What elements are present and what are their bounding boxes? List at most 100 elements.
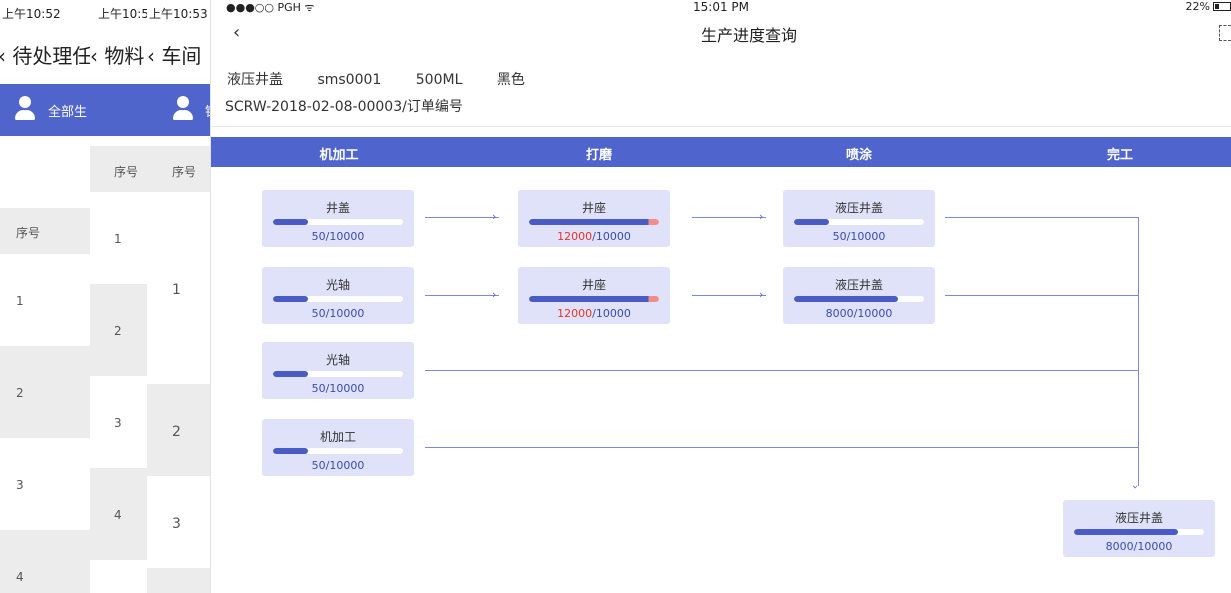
node-name: 液压井盖 [1114, 511, 1163, 525]
progress-track [273, 371, 403, 377]
row-index: 1 [114, 232, 122, 246]
table-row[interactable]: 1 [90, 192, 147, 284]
node-count: 8000/10000 [1105, 540, 1173, 553]
row-index: 2 [114, 324, 122, 338]
row-index: 3 [172, 516, 181, 532]
progress-track [529, 296, 659, 302]
table-row[interactable]: 2 [147, 384, 210, 476]
product-volume: 500ML [415, 72, 463, 88]
panel-title[interactable]: ‹ 物料 [90, 40, 144, 69]
progress-fill [794, 219, 830, 225]
progress-fill [529, 219, 659, 225]
node-count: 50/10000 [311, 382, 365, 395]
flow-connector [425, 295, 499, 296]
status-time: 上午10:5 [98, 7, 147, 21]
filter-label: 全部生 [48, 105, 88, 120]
stage-grinding: 打磨 [585, 148, 613, 163]
arrow-down-icon: › [1129, 484, 1143, 490]
background-panel-materials: 上午10:5 ‹ 物料 序号 1 2 3 4 [90, 0, 147, 593]
progress-track [794, 219, 924, 225]
product-code: sms0001 [317, 72, 382, 88]
process-node[interactable]: 液压井盖 50/10000 [783, 190, 935, 247]
process-node[interactable]: 井座 12000/10000 [518, 267, 670, 324]
table-row[interactable]: 2 [0, 346, 90, 438]
row-index: 1 [16, 294, 24, 308]
person-icon [14, 96, 36, 122]
row-index: 4 [114, 508, 122, 522]
table-row[interactable]: 3 [147, 476, 210, 568]
progress-fill [273, 219, 309, 225]
arrow-right-icon: › [492, 288, 497, 301]
node-name: 井座 [581, 201, 606, 215]
process-node[interactable]: 井盖 50/10000 [262, 190, 414, 247]
scan-icon[interactable] [1219, 25, 1231, 41]
node-count: 8000/10000 [825, 307, 893, 320]
filter-bar[interactable]: 全部生 [0, 84, 90, 136]
progress-track [273, 296, 403, 302]
page-title: 生产进度查询 [700, 26, 797, 45]
panel-title[interactable]: ‹ 待处理任 [0, 40, 90, 69]
table-row[interactable]: 1 [0, 254, 90, 346]
stage-machining: 机加工 [319, 148, 359, 163]
product-color: 黑色 [496, 72, 525, 88]
order-number: SCRW-2018-02-08-00003/订单编号 [225, 99, 463, 115]
arrow-right-icon: › [759, 210, 764, 223]
progress-fill [273, 371, 309, 377]
status-time: 上午10:52 [2, 7, 61, 21]
process-node[interactable]: 液压井盖 8000/10000 [783, 267, 935, 324]
flow-connector [425, 370, 1139, 371]
node-name: 光轴 [325, 278, 350, 292]
flow-connector [945, 295, 1139, 296]
flow-connector [692, 295, 766, 296]
table-header-row: 序号 [147, 146, 210, 192]
progress-track [794, 296, 924, 302]
table-row[interactable]: 3 [90, 376, 147, 468]
table-row[interactable]: 4 [90, 468, 147, 560]
table-row[interactable]: 4 [0, 530, 90, 593]
column-header-index: 序号 [114, 165, 139, 179]
node-name: 井座 [581, 278, 606, 292]
row-index: 3 [16, 478, 24, 492]
table-row[interactable]: 1 [147, 192, 210, 384]
process-node[interactable]: 液压井盖 8000/10000 [1063, 500, 1215, 557]
background-panel-pending-tasks: 上午10:52 ‹ 待处理任 全部生 序号 1 2 3 4 [0, 0, 90, 593]
process-node[interactable]: 光轴 50/10000 [262, 267, 414, 324]
progress-fill [273, 448, 309, 454]
status-time: 上午10:53 [149, 7, 208, 21]
table-row[interactable]: 2 [90, 284, 147, 376]
table-row[interactable]: 3 [0, 438, 90, 530]
progress-fill [529, 296, 659, 302]
production-progress-screen: ●●●○○ PGH ᯤ 15:01 PM 22% ‹ 生产进度查询 液压井盖 s… [211, 0, 1231, 593]
background-panel-workshop: 上午10:53 ‹ 车间 银 序号 1 2 3 [147, 0, 211, 593]
row-index: 1 [172, 282, 181, 298]
node-count: 50/10000 [311, 459, 365, 472]
table-row[interactable] [147, 568, 210, 593]
battery-icon [1213, 2, 1231, 11]
panel-title[interactable]: ‹ 车间 [147, 40, 201, 69]
order-info: 液压井盖 sms0001 500ML 黑色 [227, 69, 555, 89]
flow-connector-vertical [1138, 217, 1139, 486]
node-name: 液压井盖 [834, 278, 883, 292]
node-count: 50/10000 [832, 230, 886, 243]
node-count: 12000/10000 [557, 307, 631, 320]
row-index: 4 [16, 570, 24, 584]
filter-bar[interactable]: 银 [147, 84, 210, 136]
progress-track [273, 219, 403, 225]
progress-track [273, 448, 403, 454]
flow-connector [945, 217, 1139, 218]
process-node[interactable]: 井座 12000/10000 [518, 190, 670, 247]
row-index: 2 [172, 424, 181, 440]
table-header-row: 序号 [0, 208, 90, 254]
progress-fill [794, 296, 898, 302]
filter-bar[interactable] [90, 84, 147, 136]
person-icon [172, 96, 194, 122]
process-node[interactable]: 机加工 50/10000 [262, 419, 414, 476]
row-index: 2 [16, 386, 24, 400]
flow-connector [425, 447, 1139, 448]
arrow-right-icon: › [492, 210, 497, 223]
status-time: 15:01 PM [693, 0, 749, 14]
node-count: 12000/10000 [557, 230, 631, 243]
node-name: 光轴 [325, 353, 350, 367]
process-node[interactable]: 光轴 50/10000 [262, 342, 414, 399]
progress-fill [273, 296, 309, 302]
